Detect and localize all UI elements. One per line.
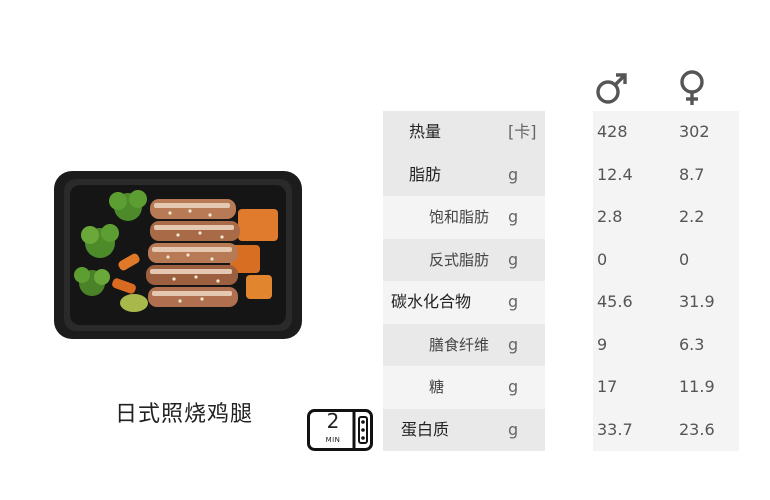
female-value: 6.3 [679,334,705,354]
microwave-minutes: 2 [326,409,340,433]
nutrition-table: 热量 [卡] 428 302 脂肪 g 12.4 8.7 饱和脂肪 g 2.8 … [383,111,739,451]
nutrient-name: 蛋白质 [401,419,450,439]
female-value: 8.7 [679,164,705,184]
male-value: 33.7 [597,419,633,439]
nutrient-name: 热量 [409,122,442,141]
female-value: 11.9 [679,377,715,396]
nutrient-unit: g [508,249,519,269]
female-value: 0 [679,249,690,269]
male-symbol-icon [596,73,627,104]
nutrient-unit: [卡] [508,122,537,141]
nutrient-name: 饱和脂肪 [429,208,490,226]
table-row: 脂肪 g 12.4 8.7 [383,153,739,196]
dish-name: 日式照烧鸡腿 [114,402,253,427]
nutrient-unit: g [508,419,519,439]
nutrient-name: 膳食纤维 [429,335,490,354]
table-row: 反式脂肪 g 0 0 [383,238,739,281]
table-row: 蛋白质 g 33.7 23.6 [383,408,739,451]
nutrient-name: 反式脂肪 [429,250,490,269]
male-value: 17 [597,377,618,396]
female-value: 302 [679,122,710,141]
male-value: 428 [597,122,628,141]
nutrient-unit: g [508,377,519,396]
meal-box-image [54,171,302,339]
male-value: 2.8 [597,207,623,226]
male-value: 9 [597,334,608,354]
table-row: 饱和脂肪 g 2.8 2.2 [383,196,739,239]
table-row: 膳食纤维 g 9 6.3 [383,323,739,366]
male-value: 12.4 [597,164,633,184]
microwave-unit: MIN [325,436,341,444]
table-row: 糖 g 17 11.9 [383,366,739,409]
female-value: 31.9 [679,292,715,311]
male-value: 45.6 [597,292,633,311]
female-value: 23.6 [679,419,715,439]
nutrient-name: 碳水化合物 [391,292,472,311]
nutrient-unit: g [508,207,519,226]
nutrient-name: 糖 [429,378,445,396]
nutrient-unit: g [508,164,519,184]
female-symbol-icon [680,70,704,105]
female-value: 2.2 [679,207,705,226]
nutrient-unit: g [508,334,519,354]
nutrient-name: 脂肪 [409,164,442,184]
nutrient-unit: g [508,292,519,311]
table-row: 碳水化合物 g 45.6 31.9 [383,281,739,324]
table-row: 热量 [卡] 428 302 [383,111,739,154]
male-value: 0 [597,249,608,269]
